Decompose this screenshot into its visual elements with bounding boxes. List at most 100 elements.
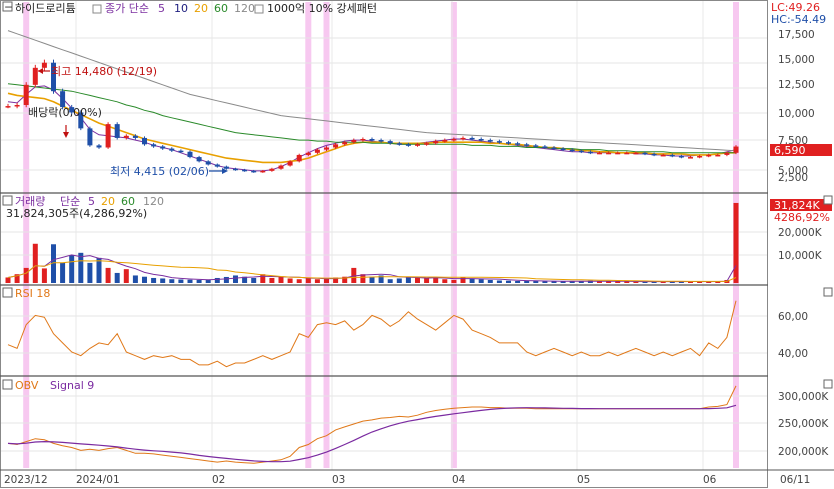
volume-bar — [223, 276, 229, 283]
volume-bar — [5, 277, 11, 283]
hc-readout: HC:-54.49 — [771, 13, 826, 26]
price-tag-value: 6,590 — [774, 144, 806, 157]
volume-bar — [196, 279, 202, 283]
collapse-box-icon[interactable] — [2, 379, 13, 390]
panel-close-icon[interactable] — [823, 287, 833, 297]
pattern-box-icon[interactable] — [254, 4, 264, 14]
panel-close-icon[interactable] — [823, 195, 833, 205]
candle-body — [424, 143, 430, 145]
candle-body — [642, 152, 648, 155]
volume-bar — [114, 272, 120, 283]
candle-body — [178, 150, 184, 153]
volume-bar — [169, 279, 175, 283]
candle-body — [324, 147, 329, 150]
stock-chart: − 하이드로리튬 종가 단순 5 10 20 60 120 1000억 10% … — [0, 0, 834, 489]
volume-bar — [506, 280, 511, 283]
volume-bar — [524, 280, 530, 283]
x-tick: 04 — [452, 474, 466, 486]
low-annotation: 최저 4,415 (02/06) — [110, 165, 209, 178]
panel-close-icon[interactable] — [823, 379, 833, 389]
candle-body — [688, 157, 693, 159]
candle-body — [451, 139, 457, 141]
volume-bar — [387, 279, 393, 283]
high-annotation: 최고 14,480 (12/19) — [51, 65, 157, 78]
obv-title: OBV — [15, 379, 39, 392]
x-tick: 2024/01 — [76, 474, 120, 486]
minus-icon: − — [4, 1, 13, 14]
volume-bar — [105, 267, 111, 283]
candle-body — [214, 164, 220, 167]
candle-body — [223, 166, 229, 169]
rsi-tick: 60,00 — [778, 311, 808, 323]
candle-body — [533, 145, 539, 147]
x-tick: 06/11 — [780, 474, 810, 486]
ex-dividend-annotation: 배당락(0,00%) — [28, 106, 102, 119]
candle-body — [233, 168, 238, 171]
x-tick: 2023/12 — [4, 474, 48, 486]
obv-tick: 200,000K — [778, 446, 829, 458]
volume-bar — [214, 277, 220, 283]
ma10-label: 10 — [174, 2, 188, 15]
candle-body — [187, 151, 193, 158]
volume-bar — [305, 277, 311, 283]
candle-body — [669, 154, 675, 157]
volume-bar — [396, 278, 402, 283]
candle-body — [305, 152, 311, 155]
candle-body — [478, 139, 484, 141]
collapse-box-icon[interactable] — [2, 195, 13, 206]
candle-body — [469, 137, 475, 140]
event-highlight-band — [305, 2, 312, 468]
volume-bar — [142, 276, 147, 283]
x-tick: 03 — [332, 474, 345, 486]
obv-signal-label: Signal 9 — [50, 379, 94, 392]
ma120-label: 120 — [234, 2, 255, 15]
volume-bar — [433, 277, 439, 283]
candle-body — [560, 148, 566, 151]
candle-body — [697, 156, 703, 158]
candle-body — [633, 152, 639, 155]
candle-body — [114, 124, 120, 138]
candle-body — [587, 151, 593, 154]
obv-axis: 300,000K 250,000K 200,000K — [778, 391, 829, 458]
volume-bar — [415, 277, 420, 283]
obv-tick: 300,000K — [778, 391, 829, 403]
candle-body — [606, 152, 612, 155]
volume-bar — [287, 278, 293, 283]
candle-body — [142, 137, 147, 145]
candle-body — [396, 143, 402, 145]
volume-bar — [32, 243, 38, 283]
event-highlight-band — [323, 2, 330, 468]
candle-body — [433, 141, 439, 144]
candle-body — [378, 140, 384, 142]
candle-body — [506, 142, 511, 144]
candle-body — [196, 157, 202, 162]
candle-body — [515, 143, 521, 145]
volume-bar — [233, 275, 238, 283]
candle-body — [733, 146, 739, 153]
volume-last-value: 31,824,305주(4,286,92%) — [6, 207, 147, 220]
ma5-label: 5 — [158, 2, 165, 15]
volume-bar — [733, 202, 739, 283]
price-tick: 2,500 — [778, 172, 808, 184]
ma60-label: 60 — [214, 2, 228, 15]
volume-bar — [251, 277, 257, 283]
rsi-title: RSI 18 — [15, 287, 50, 300]
candle-body — [96, 145, 102, 148]
candle-body — [578, 150, 584, 153]
pattern-label: 1000억 10% 강세패턴 — [267, 2, 377, 15]
candle-body — [342, 142, 348, 145]
rsi-tick: 40,00 — [778, 348, 808, 360]
candle-body — [651, 153, 657, 156]
volume-bar — [496, 280, 502, 283]
candle-body — [251, 170, 257, 173]
candle-body — [706, 154, 712, 157]
ma-type-label: 종가 단순 — [105, 2, 149, 15]
candle-body — [151, 144, 157, 147]
volume-bar — [478, 279, 484, 283]
legend-box-icon[interactable] — [92, 4, 102, 14]
volume-bar — [205, 279, 211, 283]
candle-body — [23, 84, 29, 105]
volume-bar — [132, 275, 138, 283]
stock-name: 하이드로리튬 — [15, 1, 76, 15]
collapse-box-icon[interactable] — [2, 287, 13, 298]
